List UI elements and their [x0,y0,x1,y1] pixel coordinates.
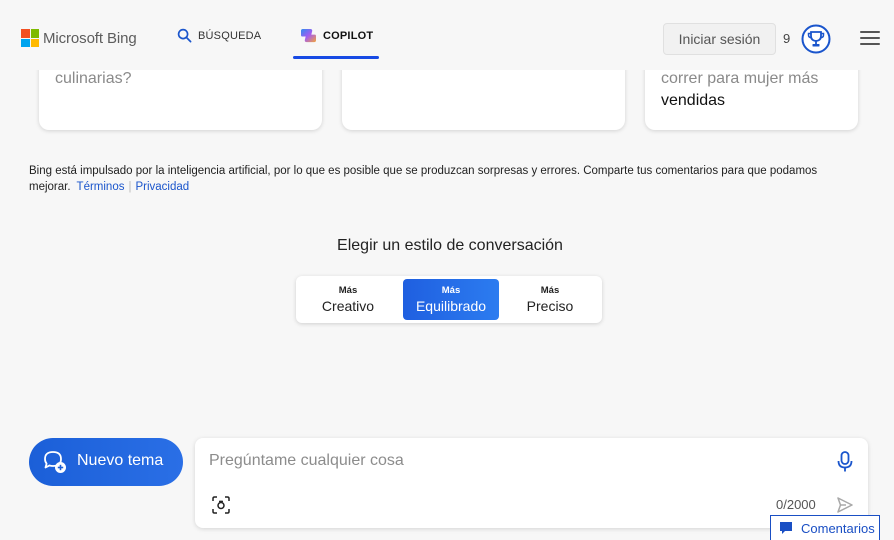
chat-add-icon [44,451,66,473]
visual-search-icon[interactable] [212,496,230,514]
chat-input[interactable] [209,448,809,474]
send-icon[interactable] [836,496,854,514]
suggestion-card-text-line2: vendidas [661,92,726,109]
tone-label: Creativo [321,297,375,314]
privacy-link[interactable]: Privacidad [135,181,189,193]
tab-copilot-label: COPILOT [323,29,374,42]
search-icon [177,28,192,43]
tone-prefix: Más [338,284,358,296]
tone-option-creative[interactable]: Más Creativo [298,279,398,320]
bing-logo[interactable]: Microsoft Bing [21,29,137,47]
feedback-icon [780,522,792,534]
new-topic-button[interactable]: Nuevo tema [29,438,183,486]
link-separator: | [128,181,132,193]
feedback-label: Comentarios [801,520,875,536]
tone-label: Equilibrado [415,297,487,314]
microphone-icon[interactable] [836,451,854,473]
character-count: 0/2000 [776,497,816,512]
copilot-logo-icon [301,28,316,43]
tone-prefix: Más [540,284,560,296]
hamburger-menu-icon[interactable] [860,30,880,46]
signin-button[interactable]: Iniciar sesión [663,23,776,55]
ai-disclaimer: Bing está impulsado por la inteligencia … [29,163,869,195]
trophy-icon[interactable] [801,24,831,54]
chat-input-container: 0/2000 [195,438,868,528]
tab-search[interactable]: BÚSQUEDA [177,28,261,43]
suggestion-card-text: culinarias? [55,70,132,87]
tone-selector-title: Elegir un estilo de conversación [337,237,563,254]
rewards-count[interactable]: 9 [783,31,790,46]
new-topic-label: Nuevo tema [77,452,164,469]
tab-copilot[interactable]: COPILOT [300,28,373,43]
tone-option-precise[interactable]: Más Preciso [502,279,598,320]
tab-search-label: BÚSQUEDA [198,29,262,42]
microsoft-logo-icon [21,29,39,47]
suggestion-card-text-line1: correr para mujer más [661,70,819,87]
top-header: Microsoft Bing BÚSQUEDA COPILOT Iniciar … [0,0,894,70]
tone-label: Preciso [526,297,574,314]
feedback-button[interactable]: Comentarios [770,515,880,540]
tone-prefix: Más [441,284,461,296]
tone-selector: Más Creativo Más Equilibrado Más Preciso [296,276,602,323]
tone-option-balanced[interactable]: Más Equilibrado [403,279,499,320]
logo-text: Microsoft Bing [43,29,137,47]
terms-link[interactable]: Términos [77,181,125,193]
active-tab-indicator [293,56,379,59]
